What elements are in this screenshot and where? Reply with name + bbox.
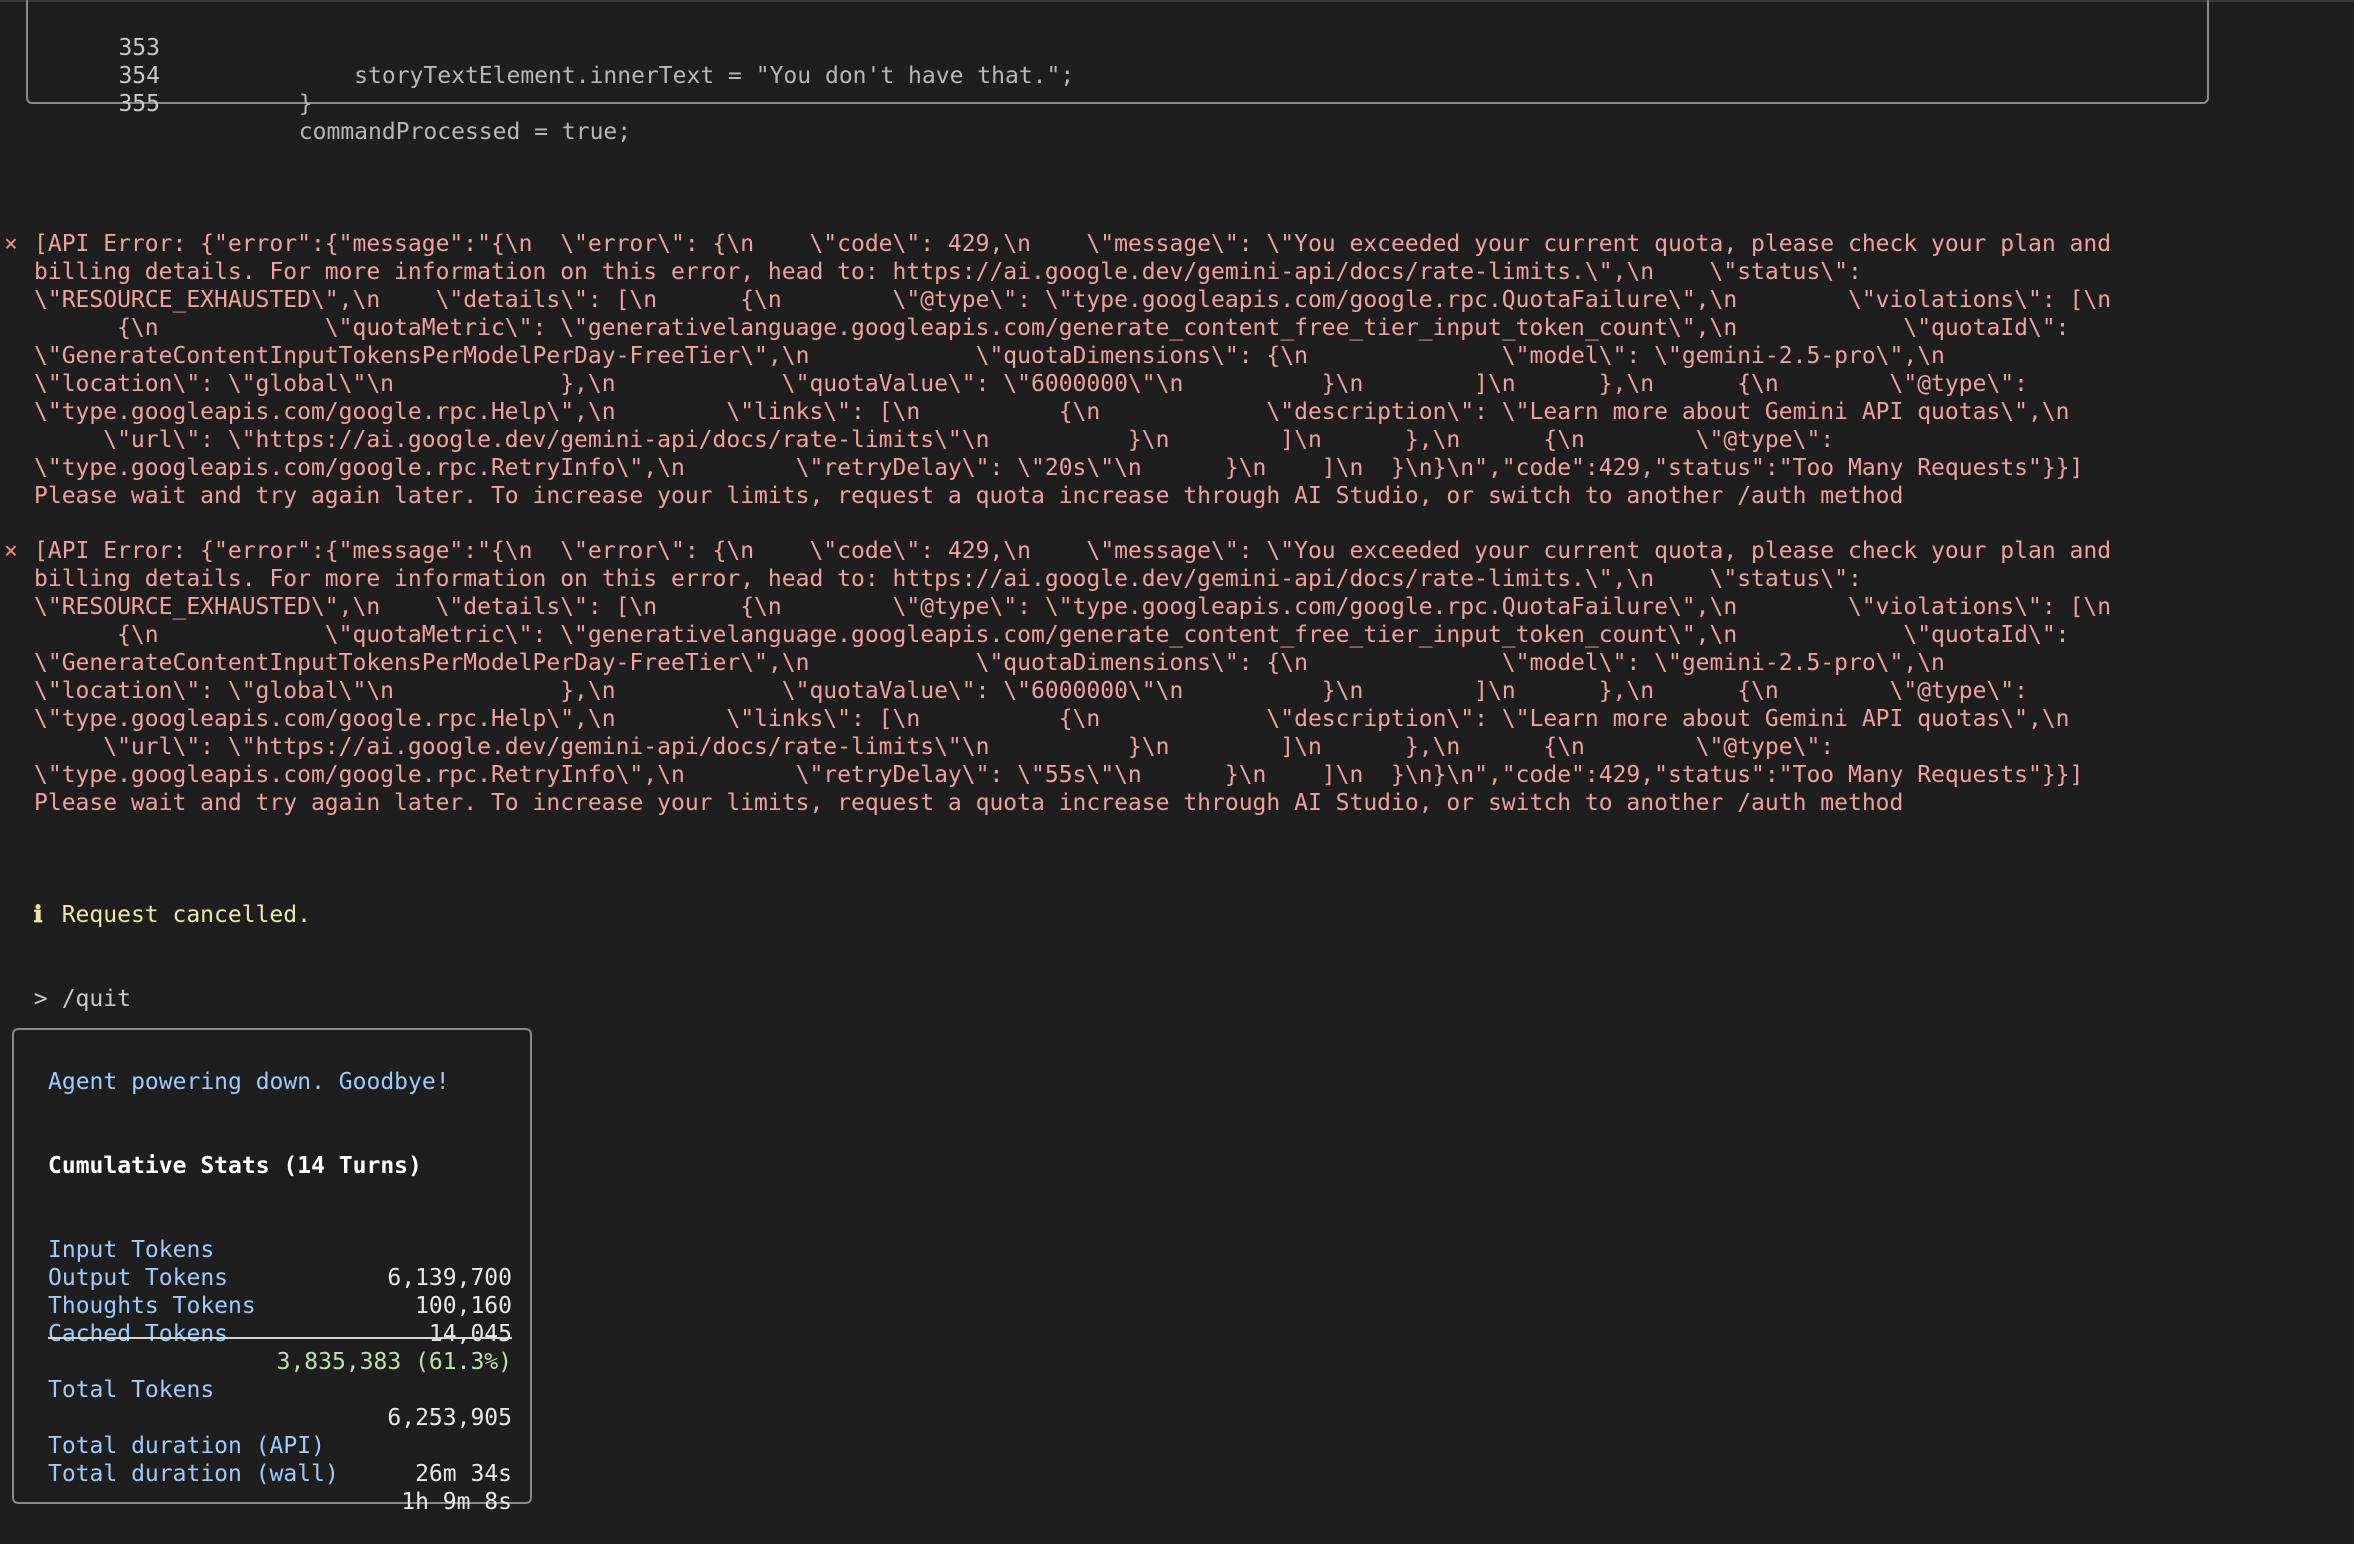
stat-value: 14,045: [428, 1321, 512, 1347]
goodbye-message: Agent powering down. Goodbye!: [48, 1069, 450, 1095]
error-line: billing details. For more information on…: [34, 566, 1862, 592]
stat-row-input-tokens: Input Tokens 6,139,700: [48, 1208, 512, 1291]
stat-row-duration-api: Total duration (API) 26m 34s: [48, 1404, 512, 1487]
stat-label: Total Tokens: [48, 1377, 215, 1403]
error-line: \"RESOURCE_EXHAUSTED\",\n \"details\": […: [34, 287, 2112, 313]
stat-row-output-tokens: Output Tokens 100,160: [48, 1236, 512, 1319]
prompt-command: /quit: [61, 986, 131, 1012]
error-line: Please wait and try again later. To incr…: [34, 790, 1904, 816]
stats-title: Cumulative Stats (14 Turns): [48, 1153, 422, 1179]
stat-row-total-tokens: Total Tokens 6,253,905: [48, 1348, 512, 1431]
code-text: }: [188, 91, 313, 117]
error-line: \"type.googleapis.com/google.rpc.RetryIn…: [34, 762, 2084, 788]
info-icon: ℹ: [33, 902, 43, 928]
stat-row-cached-tokens: Cached Tokens 3,835,383 (61.3%): [48, 1292, 512, 1375]
code-text: storyTextElement.innerText = "You don't …: [188, 63, 1075, 89]
error-line: \"type.googleapis.com/google.rpc.Help\",…: [34, 706, 2070, 732]
error-line: \"type.googleapis.com/google.rpc.RetryIn…: [34, 455, 2084, 481]
code-line: 353 storyTextElement.innerText = "You do…: [28, 6, 1074, 89]
error-line: \"GenerateContentInputTokensPerModelPerD…: [34, 650, 1945, 676]
line-number: 355: [118, 91, 160, 117]
x-mark-icon: ×: [4, 538, 18, 564]
stat-value: 1h 9m 8s: [401, 1489, 512, 1515]
error-line: \"location\": \"global\"\n },\n \"quotaV…: [34, 678, 2028, 704]
error-line: [API Error: {"error":{"message":"{\n \"e…: [34, 231, 2112, 257]
info-text: Request cancelled.: [61, 902, 311, 928]
error-line: billing details. For more information on…: [34, 259, 1862, 285]
x-mark-icon: ×: [4, 231, 18, 257]
error-line: \"location\": \"global\"\n },\n \"quotaV…: [34, 371, 2028, 397]
code-line: 355 commandProcessed = true;: [28, 62, 631, 145]
code-line: 354 }: [28, 34, 312, 117]
error-line: \"GenerateContentInputTokensPerModelPerD…: [34, 343, 1945, 369]
request-cancelled-message: ℹ Request cancelled.: [0, 873, 311, 928]
stat-label: Total duration (wall): [48, 1461, 339, 1487]
prompt-symbol: >: [33, 986, 48, 1012]
line-number: 353: [118, 35, 160, 61]
stat-row-thoughts-tokens: Thoughts Tokens 14,045: [48, 1264, 512, 1347]
error-line: {\n \"quotaMetric\": \"generativelanguag…: [34, 315, 2070, 341]
stat-value: 26m 34s: [415, 1461, 512, 1487]
error-line: {\n \"quotaMetric\": \"generativelanguag…: [34, 622, 2070, 648]
error-line: Please wait and try again later. To incr…: [34, 483, 1904, 509]
line-number: 354: [118, 63, 160, 89]
stat-row-duration-wall: Total duration (wall) 1h 9m 8s: [48, 1432, 512, 1515]
stat-label: Cached Tokens: [48, 1321, 229, 1347]
error-line: [API Error: {"error":{"message":"{\n \"e…: [34, 538, 2112, 564]
code-text: commandProcessed = true;: [188, 119, 632, 145]
error-line: \"url\": \"https://ai.google.dev/gemini-…: [34, 427, 1835, 453]
session-stats-panel: Agent powering down. Goodbye! Cumulative…: [12, 1028, 532, 1515]
command-prompt[interactable]: > /quit: [0, 957, 131, 1012]
error-line: \"RESOURCE_EXHAUSTED\",\n \"details\": […: [34, 594, 2112, 620]
stats-divider: [48, 1337, 512, 1339]
code-snippet-box: 353 storyTextElement.innerText = "You do…: [26, 0, 2209, 145]
error-line: \"url\": \"https://ai.google.dev/gemini-…: [34, 734, 1835, 760]
error-line: \"type.googleapis.com/google.rpc.Help\",…: [34, 399, 2070, 425]
